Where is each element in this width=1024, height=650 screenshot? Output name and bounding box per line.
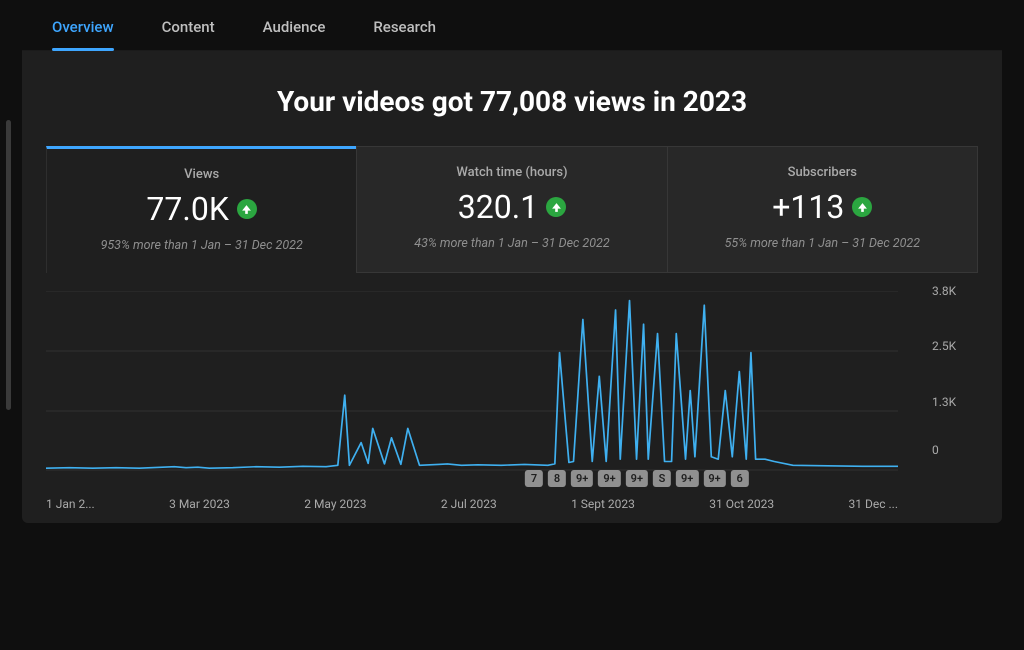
metric-delta: 55% more than 1 Jan – 31 Dec 2022 — [680, 236, 965, 251]
metric-value: 77.0K — [146, 190, 256, 228]
upload-marker: 7 — [525, 470, 543, 487]
metric-value: +113 — [772, 188, 872, 226]
tab-research[interactable]: Research — [373, 18, 436, 50]
overview-panel: Your videos got 77,008 views in 2023 Vie… — [22, 51, 1002, 523]
upload-marker: 9+ — [571, 470, 593, 487]
chart-y-axis: 3.8K 2.5K 1.3K 0 — [922, 291, 978, 471]
arrow-up-icon — [546, 197, 566, 217]
upload-marker: 9+ — [598, 470, 620, 487]
upload-marker: S — [653, 470, 671, 487]
page-title: Your videos got 77,008 views in 2023 — [22, 51, 1002, 146]
metric-title: Watch time (hours) — [369, 165, 654, 180]
upload-marker: 9+ — [626, 470, 648, 487]
metrics-row: Views 77.0K 953% more than 1 Jan – 31 De… — [46, 146, 978, 273]
metric-delta: 43% more than 1 Jan – 31 Dec 2022 — [369, 236, 654, 251]
tab-content[interactable]: Content — [162, 18, 215, 50]
views-chart: 3.8K 2.5K 1.3K 0 78 9+ 9+ 9+ S 9+ 9+ 6 1 Jan 2.… — [46, 291, 978, 511]
scrollbar-vertical[interactable] — [6, 120, 11, 410]
metric-subscribers[interactable]: Subscribers +113 55% more than 1 Jan – 3… — [667, 146, 978, 273]
metric-title: Subscribers — [680, 165, 965, 180]
chart-plot[interactable] — [46, 291, 898, 471]
metric-views[interactable]: Views 77.0K 953% more than 1 Jan – 31 De… — [46, 146, 356, 273]
analytics-tabs: Overview Content Audience Research — [22, 0, 1002, 51]
upload-marker: 8 — [548, 470, 566, 487]
tab-overview[interactable]: Overview — [52, 18, 114, 50]
metric-title: Views — [59, 167, 344, 182]
upload-marker: 6 — [731, 470, 749, 487]
tab-audience[interactable]: Audience — [263, 18, 326, 50]
arrow-up-icon — [237, 199, 257, 219]
arrow-up-icon — [852, 197, 872, 217]
metric-value: 320.1 — [458, 188, 566, 226]
metric-watch-time[interactable]: Watch time (hours) 320.1 43% more than 1… — [356, 146, 666, 273]
upload-marker: 9+ — [703, 470, 725, 487]
chart-x-axis: 1 Jan 2... 3 Mar 2023 2 May 2023 2 Jul 2… — [46, 491, 898, 511]
upload-marker: 9+ — [676, 470, 698, 487]
metric-delta: 953% more than 1 Jan – 31 Dec 2022 — [59, 238, 344, 253]
upload-markers: 78 9+ 9+ 9+ S 9+ 9+ 6 — [0, 470, 830, 487]
